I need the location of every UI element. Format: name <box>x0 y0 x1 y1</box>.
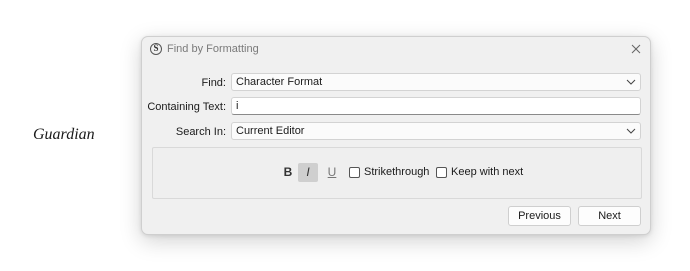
italic-toggle[interactable]: I <box>298 163 318 182</box>
containing-text-value: i <box>236 100 239 112</box>
keep-with-next-checkbox[interactable] <box>436 167 447 178</box>
underline-toggle[interactable]: U <box>322 163 342 182</box>
titlebar[interactable]: S Find by Formatting <box>142 37 650 63</box>
chevron-down-icon <box>626 128 636 134</box>
previous-button[interactable]: Previous <box>508 206 571 226</box>
document-text: Guardian <box>33 126 95 143</box>
strikethrough-checkbox[interactable] <box>349 167 360 178</box>
dialog-title: Find by Formatting <box>167 43 259 55</box>
search-in-value: Current Editor <box>236 125 305 137</box>
next-button[interactable]: Next <box>578 206 641 226</box>
strikethrough-label: Strikethrough <box>364 166 430 178</box>
search-in-select[interactable]: Current Editor <box>231 122 641 140</box>
containing-text-input[interactable]: i <box>231 97 641 115</box>
find-by-formatting-dialog: S Find by Formatting Find: Character For… <box>141 36 651 235</box>
close-icon <box>631 44 641 54</box>
keep-with-next-label: Keep with next <box>451 166 524 178</box>
containing-text-label: Containing Text: <box>147 101 226 113</box>
app-icon: S <box>150 43 162 55</box>
chevron-down-icon <box>626 79 636 85</box>
find-label: Find: <box>201 77 226 89</box>
bold-toggle[interactable]: B <box>278 163 298 182</box>
close-button[interactable] <box>628 41 644 57</box>
search-in-label: Search In: <box>175 126 226 138</box>
find-select-value: Character Format <box>236 76 323 88</box>
format-options-panel: B I U Strikethrough Keep with next <box>152 147 642 199</box>
find-select[interactable]: Character Format <box>231 73 641 91</box>
